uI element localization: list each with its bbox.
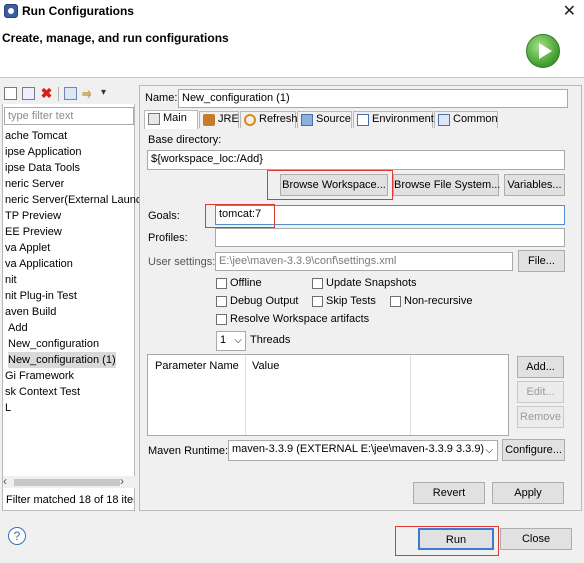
dialog-header: Create, manage, and run configurations bbox=[0, 22, 584, 78]
delete-icon[interactable]: ✖ bbox=[40, 86, 53, 100]
tree-item[interactable]: ipse Data Tools bbox=[5, 160, 80, 176]
debug-output-label: Debug Output bbox=[230, 295, 299, 307]
tree-item[interactable]: va Application bbox=[5, 256, 73, 272]
threads-select[interactable]: 1 ⌵ bbox=[216, 331, 246, 351]
skip-tests-checkbox[interactable] bbox=[312, 296, 323, 307]
browse-file-system-button[interactable]: Browse File System... bbox=[393, 174, 500, 196]
variables-button[interactable]: Variables... bbox=[504, 174, 565, 196]
add-parameter-button[interactable]: Add... bbox=[517, 356, 564, 378]
remove-parameter-button[interactable]: Remove bbox=[517, 406, 564, 428]
filter-status: Filter matched 18 of 18 items bbox=[6, 494, 134, 506]
profiles-label: Profiles: bbox=[148, 232, 188, 244]
maven-runtime-label: Maven Runtime: bbox=[148, 445, 229, 457]
column-divider bbox=[410, 355, 411, 435]
tree-item[interactable]: neric Server bbox=[5, 176, 64, 192]
update-snapshots-label: Update Snapshots bbox=[326, 277, 417, 289]
tab-jre[interactable]: JRE bbox=[199, 111, 239, 128]
tree-item[interactable]: neric Server(External Launch bbox=[5, 192, 147, 208]
toolbar-divider bbox=[58, 87, 59, 101]
parameter-table[interactable]: Parameter Name Value bbox=[147, 354, 509, 436]
tree-item[interactable]: ache Tomcat bbox=[5, 128, 67, 144]
header-title: Create, manage, and run configurations bbox=[2, 31, 229, 45]
close-button[interactable]: Close bbox=[500, 528, 572, 550]
offline-label: Offline bbox=[230, 277, 262, 289]
base-directory-field[interactable]: ${workspace_loc:/Add} bbox=[147, 150, 565, 170]
column-header-parameter-name[interactable]: Parameter Name bbox=[155, 360, 239, 372]
tab-refresh[interactable]: Refresh bbox=[240, 111, 298, 128]
close-window-icon[interactable]: ✕ bbox=[563, 1, 576, 21]
main-tab-icon bbox=[148, 113, 160, 125]
new-config-icon[interactable] bbox=[4, 87, 17, 100]
collapse-all-icon[interactable] bbox=[64, 87, 77, 100]
title-bar: Run Configurations ✕ bbox=[0, 0, 584, 22]
apply-button[interactable]: Apply bbox=[492, 482, 564, 504]
file-button[interactable]: File... bbox=[518, 250, 565, 272]
run-button[interactable]: Run bbox=[418, 528, 494, 550]
update-snapshots-checkbox[interactable] bbox=[312, 278, 323, 289]
column-divider bbox=[245, 355, 246, 435]
edit-parameter-button[interactable]: Edit... bbox=[517, 381, 564, 403]
chevron-down-icon: ⌵ bbox=[485, 442, 493, 459]
tree-item[interactable]: TP Preview bbox=[5, 208, 61, 224]
resolve-workspace-label: Resolve Workspace artifacts bbox=[230, 313, 370, 325]
debug-output-checkbox[interactable] bbox=[216, 296, 227, 307]
goals-label: Goals: bbox=[148, 210, 180, 222]
threads-label: Threads bbox=[250, 334, 291, 346]
environment-tab-icon bbox=[357, 114, 369, 126]
user-settings-label: User settings: bbox=[148, 256, 216, 268]
tree-item[interactable]: EE Preview bbox=[5, 224, 62, 240]
skip-tests-label: Skip Tests bbox=[326, 295, 376, 307]
filter-input[interactable]: type filter text bbox=[4, 107, 134, 125]
revert-button[interactable]: Revert bbox=[413, 482, 485, 504]
tree-item[interactable]: Add bbox=[8, 320, 28, 336]
config-toolbar: ✖ ⥤ ▾ bbox=[2, 84, 135, 104]
tab-source[interactable]: Source bbox=[297, 111, 352, 128]
resolve-workspace-checkbox[interactable] bbox=[216, 314, 227, 325]
goals-field[interactable]: tomcat:7 bbox=[215, 205, 565, 225]
tree-item[interactable]: sk Context Test bbox=[5, 384, 80, 400]
chevron-down-icon[interactable]: ▾ bbox=[101, 87, 114, 100]
tree-item[interactable]: Gi Framework bbox=[5, 368, 74, 384]
tree-item[interactable]: nit Plug-in Test bbox=[5, 288, 77, 304]
filter-icon[interactable]: ⥤ bbox=[82, 87, 95, 100]
user-settings-field[interactable]: E:\jee\maven-3.3.9\conf\settings.xml bbox=[215, 252, 513, 271]
non-recursive-label: Non-recursive bbox=[404, 295, 473, 307]
tab-common[interactable]: Common bbox=[434, 111, 498, 128]
tree-item[interactable]: nit bbox=[5, 272, 17, 288]
tree-item[interactable]: aven Build bbox=[5, 304, 56, 320]
offline-checkbox[interactable] bbox=[216, 278, 227, 289]
chevron-down-icon: ⌵ bbox=[234, 335, 242, 346]
window-title: Run Configurations bbox=[22, 4, 134, 18]
tree-item[interactable]: ipse Application bbox=[5, 144, 81, 160]
run-green-play-icon bbox=[526, 34, 560, 68]
configure-button[interactable]: Configure... bbox=[502, 439, 565, 461]
tab-main[interactable]: Main bbox=[144, 110, 198, 129]
name-field[interactable]: New_configuration (1) bbox=[178, 89, 568, 108]
refresh-tab-icon bbox=[244, 114, 256, 126]
eclipse-run-config-icon bbox=[4, 4, 18, 18]
tree-item[interactable]: New_configuration bbox=[8, 336, 99, 352]
tree-item[interactable]: va Applet bbox=[5, 240, 50, 256]
scroll-left-icon[interactable]: ‹ bbox=[3, 474, 7, 488]
non-recursive-checkbox[interactable] bbox=[390, 296, 401, 307]
column-header-value[interactable]: Value bbox=[252, 360, 279, 372]
duplicate-icon[interactable] bbox=[22, 87, 35, 100]
name-label: Name: bbox=[145, 92, 178, 104]
base-directory-label: Base directory: bbox=[148, 134, 222, 146]
tree-item[interactable]: L bbox=[5, 400, 11, 416]
help-icon[interactable]: ? bbox=[8, 527, 26, 545]
tab-environment[interactable]: Environment bbox=[353, 111, 434, 128]
tree-item-selected[interactable]: New_configuration (1) bbox=[8, 352, 116, 368]
jre-tab-icon bbox=[203, 114, 215, 126]
source-tab-icon bbox=[301, 114, 313, 126]
scroll-right-icon[interactable]: › bbox=[120, 474, 124, 488]
common-tab-icon bbox=[438, 114, 450, 126]
scrollbar-thumb[interactable] bbox=[14, 479, 120, 486]
browse-workspace-button[interactable]: Browse Workspace... bbox=[280, 174, 388, 196]
maven-runtime-select[interactable]: maven-3.3.9 (EXTERNAL E:\jee\maven-3.3.9… bbox=[228, 440, 498, 461]
profiles-field[interactable] bbox=[215, 228, 565, 247]
